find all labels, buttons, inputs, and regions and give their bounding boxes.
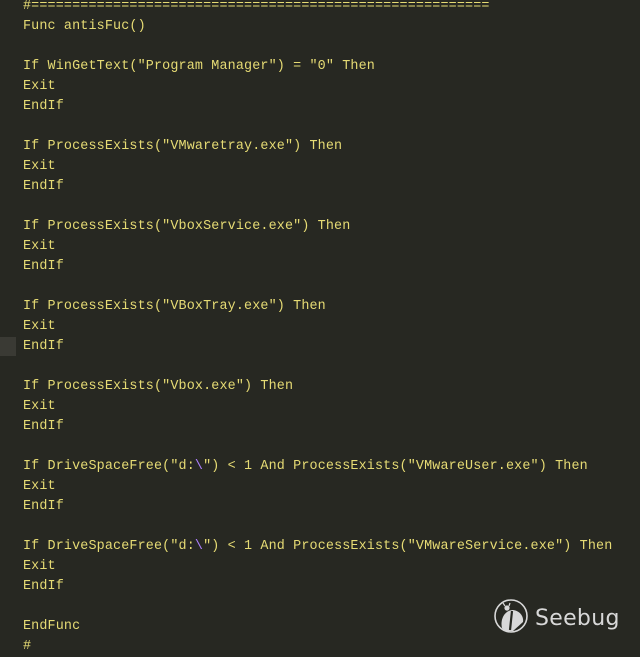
code-line: Exit	[23, 559, 56, 574]
code-line: EndIf	[23, 419, 64, 434]
code-line: EndIf	[23, 579, 64, 594]
seebug-watermark: Seebug	[493, 598, 620, 638]
code-line: Exit	[23, 159, 56, 174]
code-line: Exit	[23, 479, 56, 494]
code-line: If WinGetText("Program Manager") = "0" T…	[23, 59, 375, 74]
code-line: EndIf	[23, 179, 64, 194]
code-line: If DriveSpaceFree("d:\") < 1 And Process…	[23, 459, 588, 474]
code-line: #=======================================…	[23, 0, 490, 14]
code-line: #	[23, 639, 32, 654]
code-line: If ProcessExists("VboxService.exe") Then	[23, 219, 351, 234]
code-line: EndIf	[23, 99, 64, 114]
code-line: If ProcessExists("Vbox.exe") Then	[23, 379, 294, 394]
code-line: EndIf	[23, 259, 64, 274]
code-area[interactable]: #=======================================…	[23, 0, 612, 657]
code-line: If ProcessExists("VMwaretray.exe") Then	[23, 139, 343, 154]
escape-char: \	[194, 459, 204, 474]
code-line: Func antisFuc()	[23, 19, 146, 34]
code-line: If ProcessExists("VBoxTray.exe") Then	[23, 299, 326, 314]
gutter-bookmark-marker[interactable]	[0, 337, 16, 356]
code-line: Exit	[23, 319, 56, 334]
code-line: Exit	[23, 79, 56, 94]
code-line: Exit	[23, 399, 56, 414]
code-line: Exit	[23, 239, 56, 254]
seebug-logo-text: Seebug	[535, 605, 620, 631]
escape-char: \	[194, 539, 204, 554]
code-editor[interactable]: #=======================================…	[0, 0, 640, 654]
code-line: If DriveSpaceFree("d:\") < 1 And Process…	[23, 539, 613, 554]
code-line: EndIf	[23, 499, 64, 514]
seebug-ladybug-icon	[493, 598, 529, 638]
code-line: EndIf	[23, 339, 64, 354]
